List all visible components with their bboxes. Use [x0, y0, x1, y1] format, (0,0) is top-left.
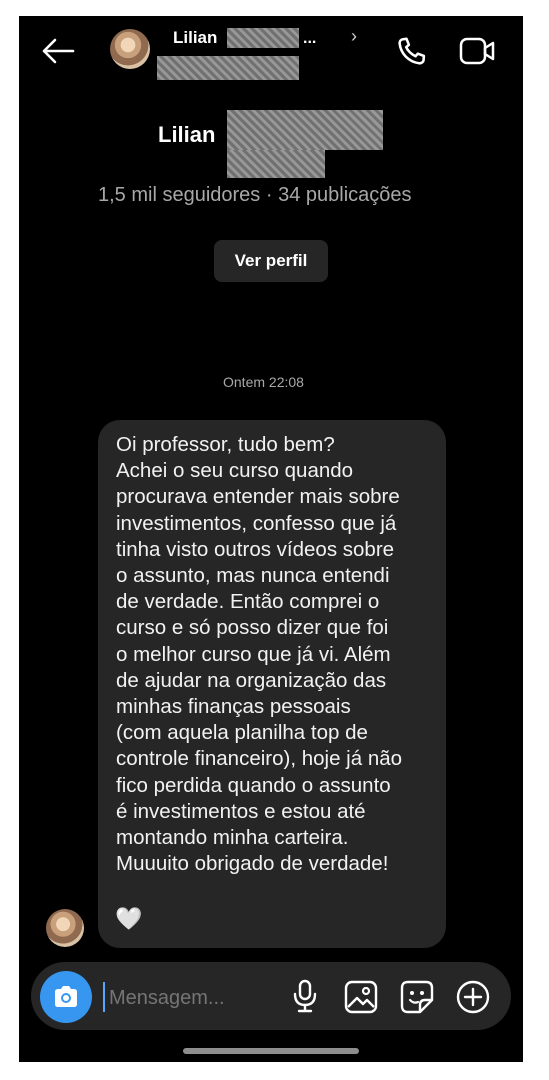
text-cursor [103, 982, 105, 1012]
gallery-icon[interactable] [344, 980, 378, 1014]
header-chevron[interactable]: › [351, 26, 357, 47]
censored-profile-handle [227, 150, 325, 178]
message-text: Oi professor, tudo bem? Achei o seu curs… [116, 433, 403, 876]
heart-emoji: 🤍 [115, 906, 143, 931]
plus-circle-icon[interactable] [455, 979, 491, 1015]
message-timestamp: Ontem 22:08 [223, 374, 304, 390]
profile-stats: 1,5 mil seguidores · 34 publicações [98, 184, 412, 206]
home-indicator[interactable] [183, 1048, 359, 1054]
phone-icon[interactable] [393, 34, 429, 70]
header-username[interactable]: Lilian [173, 28, 217, 48]
microphone-icon[interactable] [291, 978, 319, 1014]
camera-icon [55, 986, 77, 1007]
back-arrow-icon[interactable] [41, 38, 75, 64]
censored-surname [227, 28, 299, 48]
view-profile-button[interactable]: Ver perfil [214, 240, 328, 282]
censored-handle [157, 56, 299, 80]
censored-profile-surname [227, 110, 383, 150]
header-avatar[interactable] [110, 29, 150, 69]
profile-name: Lilian [158, 122, 216, 147]
sticker-icon[interactable] [400, 980, 434, 1014]
message-input[interactable] [107, 980, 281, 1016]
sender-avatar[interactable] [46, 909, 84, 947]
header-ellipsis: ... [303, 30, 317, 47]
dm-screen: Lilian ... › Lilian 1,5 mil seguidores ·… [19, 16, 523, 1062]
video-camera-icon[interactable] [459, 36, 497, 66]
